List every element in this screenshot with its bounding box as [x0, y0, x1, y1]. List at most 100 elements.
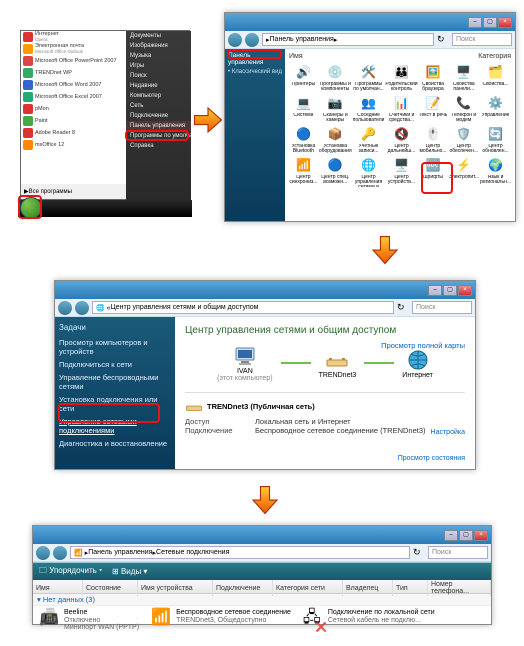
- start-button[interactable]: [20, 197, 42, 219]
- control-panel-item[interactable]: 📞Телефон и модем: [448, 94, 479, 123]
- start-menu-item[interactable]: TRENDnet WP: [21, 67, 126, 79]
- start-menu-item[interactable]: Microsoft Office Excel 2007: [21, 91, 126, 103]
- maximize-button[interactable]: ▢: [483, 17, 497, 28]
- column-header[interactable]: Номер телефона...: [428, 580, 491, 596]
- start-menu-place-item[interactable]: Изображения: [126, 41, 191, 51]
- refresh-icon[interactable]: ↻: [397, 302, 409, 313]
- control-panel-item[interactable]: 🖥️Центр устройств...: [385, 156, 417, 187]
- start-menu-place-item[interactable]: Программы по умолчанию: [126, 131, 191, 141]
- control-panel-item[interactable]: 🔇Центр дальнейш...: [385, 125, 417, 154]
- address-input[interactable]: ▸ Панель управления ▸: [262, 33, 434, 46]
- nav-forward-button[interactable]: [53, 546, 67, 560]
- control-panel-item[interactable]: 🛡️Центр обеспечен...: [448, 125, 479, 154]
- maximize-button[interactable]: ▢: [443, 285, 457, 296]
- control-panel-item[interactable]: 🗂️Свойства...: [480, 63, 511, 92]
- control-panel-item[interactable]: 📊Счетчики и средства...: [385, 94, 417, 123]
- control-panel-item[interactable]: 📝Текст в речь: [419, 94, 448, 123]
- control-panel-item[interactable]: 📶Центр синхрониз...: [289, 156, 318, 187]
- views-button[interactable]: ⊞ Виды ▾: [112, 567, 147, 576]
- task-link[interactable]: Подключиться к сети: [59, 358, 171, 371]
- minimize-button[interactable]: –: [468, 17, 482, 28]
- maximize-button[interactable]: ▢: [459, 530, 473, 541]
- column-header[interactable]: Подключение: [213, 580, 273, 596]
- task-link[interactable]: Установка подключения или сети: [59, 393, 171, 415]
- control-panel-item[interactable]: 💻Система: [289, 94, 318, 123]
- start-menu-item[interactable]: Электронная почтаMicrosoft Office Outloo…: [21, 43, 126, 55]
- control-panel-item[interactable]: 🌐Центр управления сетями и общи...: [353, 156, 385, 187]
- task-link[interactable]: Управление сетевыми подключениями: [59, 415, 171, 437]
- view-full-map-link[interactable]: Просмотр полной карты: [381, 341, 465, 350]
- search-input[interactable]: Поиск: [452, 33, 512, 46]
- control-panel-item[interactable]: 🖼️Свойства браузера: [419, 63, 448, 92]
- control-panel-item[interactable]: 👥Соседние пользователи: [353, 94, 385, 123]
- nav-back-button[interactable]: [58, 301, 72, 315]
- start-menu-place-item[interactable]: Музыка: [126, 51, 191, 61]
- column-header[interactable]: Владелец: [343, 580, 393, 596]
- control-panel-item[interactable]: 🔊Принтеры: [289, 63, 318, 92]
- minimize-button[interactable]: –: [428, 285, 442, 296]
- address-input[interactable]: 🌐 « Центр управления сетями и общим дост…: [92, 301, 394, 314]
- nav-back-button[interactable]: [228, 33, 242, 47]
- close-button[interactable]: ×: [498, 17, 512, 28]
- node-internet[interactable]: Интернет: [402, 348, 433, 379]
- start-menu-place-item[interactable]: Документы: [126, 31, 191, 41]
- start-menu-item[interactable]: Paint: [21, 115, 126, 127]
- start-menu-place-item[interactable]: Недавние: [126, 81, 191, 91]
- close-button[interactable]: ×: [474, 530, 488, 541]
- control-panel-item[interactable]: 💿Программы и компоненты: [319, 63, 352, 92]
- start-menu-item[interactable]: pMon: [21, 103, 126, 115]
- control-panel-item[interactable]: 🔵Центр спец. возможн...: [319, 156, 352, 187]
- task-link[interactable]: Просмотр компьютеров и устройств: [59, 336, 171, 358]
- control-panel-item[interactable]: 🖥️Свойства панели...: [448, 63, 479, 92]
- start-menu-place-item[interactable]: Сеть: [126, 101, 191, 111]
- control-panel-item[interactable]: 🔤Шрифты: [419, 156, 448, 187]
- control-panel-item[interactable]: 🔵Установка Bluetooth: [289, 125, 318, 154]
- control-panel-item[interactable]: 🛠️Программы по умолчан...: [353, 63, 385, 92]
- control-panel-item[interactable]: 🔑Учетные записи...: [353, 125, 385, 154]
- column-header[interactable]: Тип: [393, 580, 428, 596]
- search-input[interactable]: Поиск: [412, 301, 472, 314]
- column-header[interactable]: Состояние: [83, 580, 138, 596]
- control-panel-item[interactable]: 🌍Язык и региональн...: [480, 156, 511, 187]
- start-menu-place-item[interactable]: Поиск: [126, 71, 191, 81]
- start-menu-item[interactable]: msOffice 12: [21, 139, 126, 151]
- start-menu-place-item[interactable]: Компьютер: [126, 91, 191, 101]
- start-menu-item[interactable]: Microsoft Office PowerPoint 2007: [21, 55, 126, 67]
- column-header[interactable]: Имя: [33, 580, 83, 596]
- start-menu-item[interactable]: ИнтернетOpera: [21, 31, 126, 43]
- close-button[interactable]: ×: [458, 285, 472, 296]
- node-router[interactable]: TRENDnet3: [319, 348, 357, 379]
- connection-item[interactable]: 📠BeelineОтключеноМинипорт WAN (PPTP): [39, 609, 139, 632]
- organize-button[interactable]: 🗀 Упорядочить ▾: [39, 565, 102, 579]
- refresh-icon[interactable]: ↻: [413, 547, 425, 558]
- column-header[interactable]: Категория сети: [273, 580, 343, 596]
- start-menu-place-item[interactable]: Игры: [126, 61, 191, 71]
- control-panel-item[interactable]: 📷Сканеры и камеры: [319, 94, 352, 123]
- node-this-pc[interactable]: IVAN (этот компьютер): [217, 344, 272, 382]
- start-menu-item[interactable]: Adobe Reader 8: [21, 127, 126, 139]
- start-menu-place-item[interactable]: Подключение: [126, 111, 191, 121]
- control-panel-item[interactable]: ⚙️Управление: [480, 94, 511, 123]
- start-menu-place-item[interactable]: Справка: [126, 141, 191, 151]
- connection-item[interactable]: 📶Беспроводное сетевое соединениеTRENDnet…: [151, 609, 291, 632]
- control-panel-item[interactable]: 🔄Центр обновлен...: [480, 125, 511, 154]
- control-panel-item[interactable]: 🖱️Центр мобильно...: [419, 125, 448, 154]
- minimize-button[interactable]: –: [444, 530, 458, 541]
- task-link[interactable]: Управление беспроводными сетями: [59, 371, 171, 393]
- connection-item[interactable]: 🖧❌Подключение по локальной сетиСетевой к…: [303, 609, 435, 632]
- task-link[interactable]: Диагностика и восстановление: [59, 437, 171, 450]
- refresh-icon[interactable]: ↻: [437, 34, 449, 45]
- start-menu-place-item[interactable]: Панель управления: [126, 121, 191, 131]
- address-input[interactable]: 📶 ▸ Панель управления ▸ Сетевые подключе…: [70, 546, 410, 559]
- classic-view-link[interactable]: • Классический вид: [228, 68, 282, 76]
- nav-forward-button[interactable]: [75, 301, 89, 315]
- column-header[interactable]: Имя устройства: [138, 580, 213, 596]
- control-panel-item[interactable]: ⚡Электропит...: [448, 156, 479, 187]
- nav-forward-button[interactable]: [245, 33, 259, 47]
- customize-link[interactable]: Настройка: [431, 429, 465, 436]
- control-panel-item[interactable]: 📦Установка оборудования: [319, 125, 352, 154]
- control-panel-item[interactable]: 👪Родительский контроль: [385, 63, 417, 92]
- start-menu-item[interactable]: Microsoft Office Word 2007: [21, 79, 126, 91]
- all-programs-link[interactable]: ▶ Все программы: [21, 184, 126, 199]
- nav-back-button[interactable]: [36, 546, 50, 560]
